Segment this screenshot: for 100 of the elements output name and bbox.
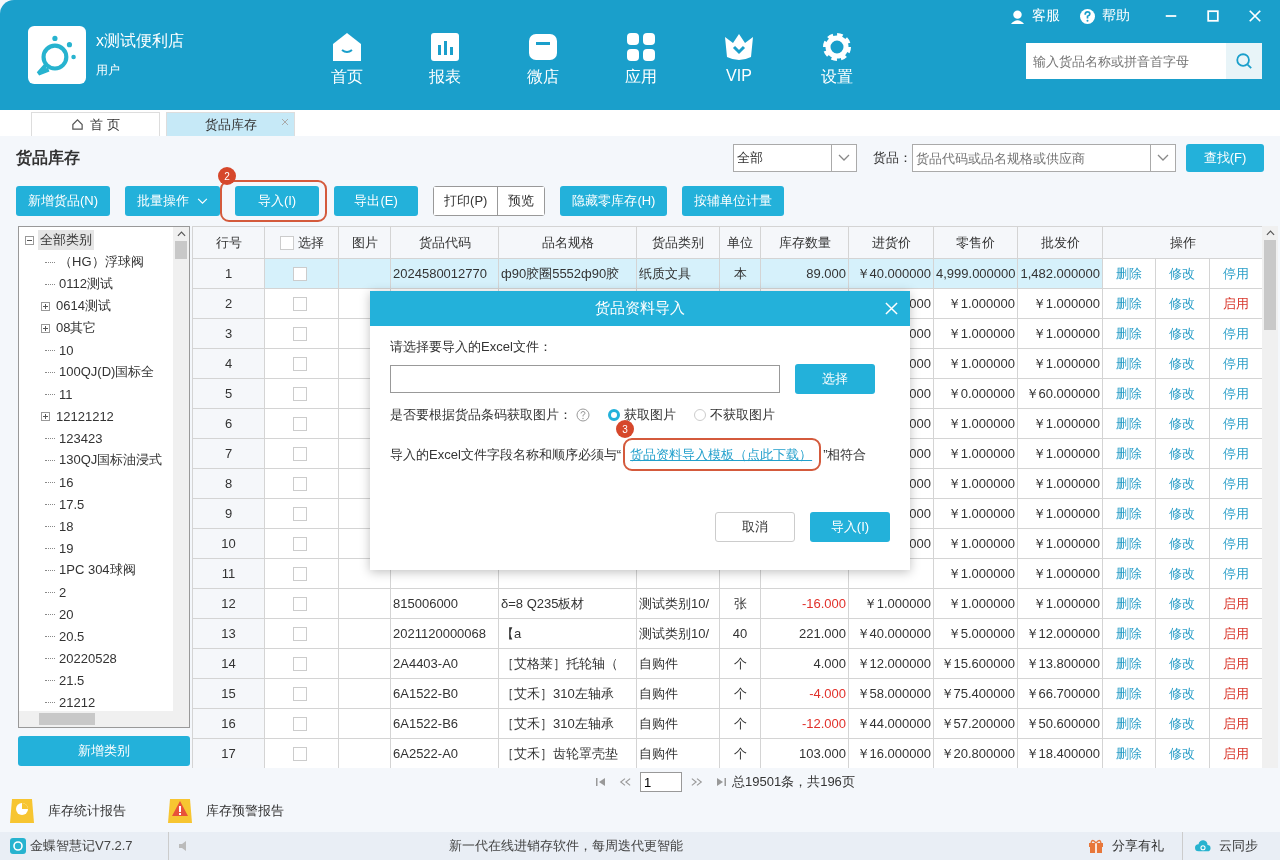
action-link[interactable]: 修改 (1155, 649, 1209, 678)
expand-icon[interactable] (41, 323, 50, 333)
toggle-link[interactable]: 启用 (1208, 679, 1262, 708)
checkbox[interactable] (292, 327, 307, 342)
checkbox[interactable] (292, 747, 307, 762)
close-icon[interactable] (281, 118, 289, 126)
nav-item[interactable]: 报表 (396, 30, 494, 88)
action-link[interactable]: 删除 (1103, 709, 1156, 738)
action-link[interactable]: 修改 (1155, 619, 1209, 648)
toolbar-button[interactable]: 隐藏零库存(H) (560, 186, 668, 216)
dropdown-button[interactable]: 批量操作 (125, 186, 221, 216)
report-link[interactable]: 库存统计报告 (8, 796, 126, 826)
action-link[interactable]: 删除 (1103, 499, 1156, 528)
file-field[interactable] (390, 365, 780, 393)
scroll-thumb[interactable] (1264, 240, 1276, 330)
checkbox[interactable] (292, 387, 307, 402)
action-link[interactable]: 修改 (1155, 289, 1209, 318)
action-link[interactable]: 修改 (1155, 439, 1209, 468)
scroll-thumb[interactable] (175, 241, 187, 259)
checkbox[interactable] (292, 297, 307, 312)
toggle-link[interactable]: 停用 (1208, 529, 1262, 558)
action-link[interactable]: 删除 (1103, 589, 1156, 618)
tree-item[interactable]: 全部类别 (38, 230, 94, 250)
collapse-icon[interactable] (25, 235, 34, 245)
tree-item[interactable]: 10 (57, 341, 76, 359)
gift-icon[interactable] (1088, 838, 1104, 854)
tree-item[interactable]: 18 (57, 517, 76, 535)
action-link[interactable]: 删除 (1103, 679, 1156, 708)
toggle-link[interactable]: 启用 (1208, 619, 1262, 648)
checkbox[interactable] (292, 417, 307, 432)
toggle-link[interactable]: 停用 (1208, 499, 1262, 528)
action-link[interactable]: 删除 (1103, 379, 1156, 408)
checkbox[interactable] (292, 357, 307, 372)
toggle-link[interactable]: 停用 (1208, 319, 1262, 348)
tree-item[interactable]: 11 (57, 385, 75, 403)
tree-item[interactable]: 100QJ(D)国标全 (57, 362, 157, 382)
toggle-link[interactable]: 停用 (1208, 469, 1262, 498)
checkbox[interactable] (292, 477, 307, 492)
tree-item[interactable]: 20 (57, 605, 76, 623)
goods-combobox[interactable]: 货品代码或品名规格或供应商 (912, 144, 1176, 172)
tree-item[interactable]: 08其它 (54, 318, 99, 338)
choose-button[interactable]: 选择 (795, 364, 875, 394)
action-link[interactable]: 修改 (1155, 319, 1209, 348)
action-link[interactable]: 删除 (1103, 619, 1156, 648)
toggle-link[interactable]: 启用 (1208, 649, 1262, 678)
checkbox[interactable] (292, 507, 307, 522)
toggle-link[interactable]: 停用 (1208, 349, 1262, 378)
expand-icon[interactable] (41, 411, 50, 421)
next-page-icon[interactable] (691, 777, 703, 787)
checkbox[interactable] (292, 657, 307, 672)
cancel-button[interactable]: 取消 (715, 512, 795, 542)
tree-item[interactable]: 21.5 (57, 671, 87, 689)
checkbox[interactable] (292, 627, 307, 642)
tree-item[interactable]: 123423 (57, 429, 105, 447)
checkbox[interactable] (292, 717, 307, 732)
find-button[interactable]: 查找(F) (1186, 144, 1264, 172)
tree-item[interactable]: 12121212 (54, 407, 116, 425)
action-link[interactable]: 修改 (1155, 709, 1209, 738)
tab[interactable]: 首 页 (31, 112, 160, 136)
tree-item[interactable]: 17.5 (57, 495, 87, 513)
action-link[interactable]: 删除 (1103, 439, 1156, 468)
action-link[interactable]: 修改 (1155, 529, 1209, 558)
report-link[interactable]: 库存预警报告 (166, 796, 284, 826)
toggle-link[interactable]: 停用 (1208, 259, 1262, 288)
tree-item[interactable]: 0112测试 (57, 274, 115, 294)
template-link[interactable]: 货品资料导入模板（点此下载） (630, 447, 813, 462)
action-link[interactable]: 删除 (1103, 529, 1156, 558)
action-link[interactable]: 删除 (1103, 409, 1156, 438)
action-link[interactable]: 删除 (1103, 349, 1156, 378)
action-link[interactable]: 删除 (1103, 649, 1156, 678)
warning-icon[interactable] (166, 797, 194, 825)
share-button[interactable]: 分享有礼 (1088, 837, 1182, 855)
tree-item[interactable]: 2 (57, 583, 69, 601)
toggle-link[interactable]: 启用 (1208, 739, 1262, 768)
last-page-icon[interactable] (715, 777, 727, 787)
cloud-icon[interactable] (1195, 838, 1211, 854)
toggle-link[interactable]: 停用 (1208, 379, 1262, 408)
checkbox[interactable] (292, 567, 307, 582)
checkbox[interactable] (292, 267, 307, 282)
action-link[interactable]: 删除 (1103, 259, 1156, 288)
grid-icon[interactable] (625, 30, 657, 63)
action-link[interactable]: 修改 (1155, 739, 1209, 768)
tree-item[interactable]: 0614测试 (54, 296, 113, 316)
action-link[interactable]: 修改 (1155, 499, 1209, 528)
toolbar-button[interactable]: 预览 (497, 187, 545, 215)
action-link[interactable]: 删除 (1103, 469, 1156, 498)
tree-item[interactable]: （HG）浮球阀 (57, 252, 146, 272)
radio-option[interactable]: 不获取图片 (694, 406, 775, 424)
checkbox[interactable] (292, 597, 307, 612)
help-icon[interactable] (1080, 8, 1095, 24)
action-link[interactable]: 修改 (1155, 259, 1209, 288)
toolbar-button[interactable]: 导入(I) (235, 186, 320, 216)
maximize-icon[interactable] (1206, 9, 1220, 23)
sync-button[interactable]: 云同步 (1182, 832, 1276, 860)
settings-icon[interactable] (821, 30, 853, 63)
toggle-link[interactable]: 停用 (1208, 409, 1262, 438)
top-link[interactable]: 帮助 (1080, 7, 1130, 25)
checkbox[interactable] (292, 687, 307, 702)
previous-page-icon[interactable] (619, 777, 631, 787)
tree-item[interactable]: 1PC 304球阀 (57, 560, 138, 580)
